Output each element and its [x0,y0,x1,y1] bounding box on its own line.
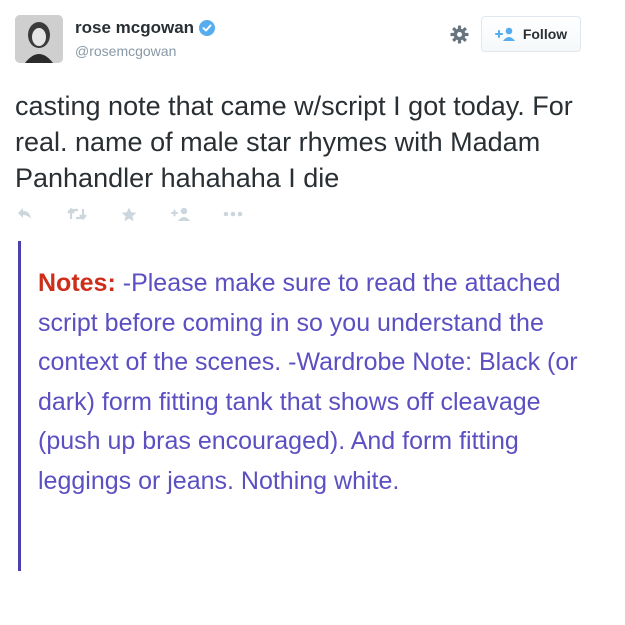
star-icon [121,207,137,221]
user-name-row[interactable]: rose mcgowan [75,18,216,38]
retweet-button[interactable] [67,204,87,224]
retweet-icon [67,207,87,221]
follow-action-button[interactable] [171,204,191,224]
reply-icon [18,208,31,219]
verified-badge-icon [199,20,216,36]
display-name[interactable]: rose mcgowan [75,18,194,38]
reply-button[interactable] [15,204,35,224]
profile-photo-icon [15,15,63,63]
notes-body: -Please make sure to read the attached s… [38,269,578,495]
tweet-actions [15,204,275,224]
more-button[interactable] [223,204,243,224]
notes-label: Notes: [38,269,116,297]
follow-button-label: Follow [522,26,568,42]
gear-icon[interactable] [450,25,469,44]
more-icon [223,211,243,217]
follow-button[interactable]: Follow [481,16,581,52]
add-user-icon [494,27,515,41]
tweet-text: casting note that came w/script I got to… [15,91,573,193]
avatar[interactable] [15,15,63,63]
user-handle[interactable]: @rosemcgowan [75,43,176,59]
attachment-accent-bar [18,241,21,571]
add-user-icon [171,207,190,221]
attached-image-notes[interactable]: Notes: -Please make sure to read the att… [38,264,598,501]
favorite-button[interactable] [119,204,139,224]
